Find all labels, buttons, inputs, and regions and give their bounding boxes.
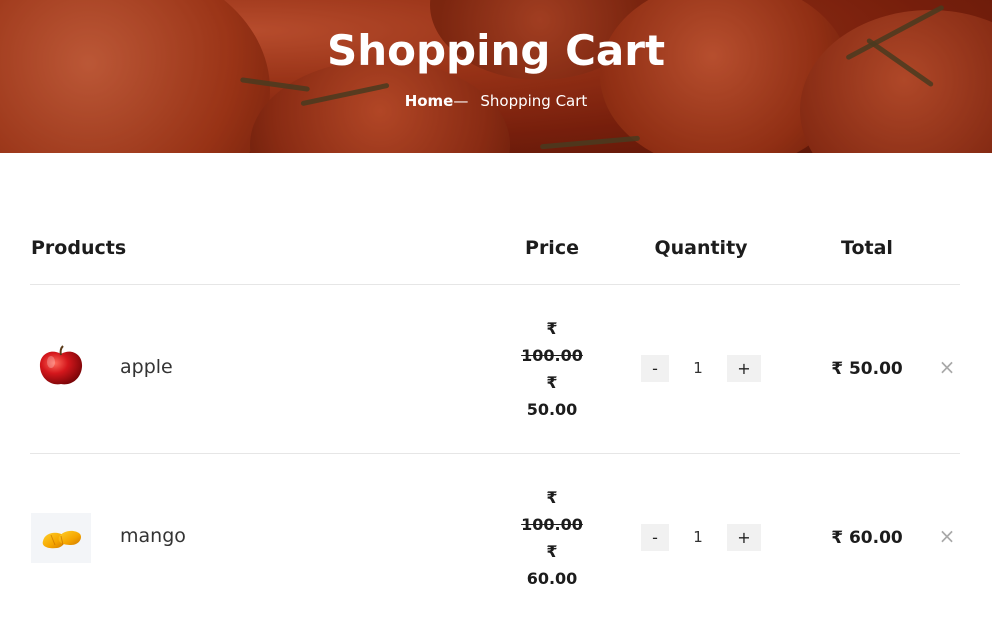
page-title: Shopping Cart (326, 26, 666, 75)
header-total: Total (841, 237, 893, 259)
increase-quantity-button[interactable]: + (727, 355, 761, 382)
hero-shade (0, 0, 992, 153)
breadcrumb: Home— Shopping Cart (0, 92, 992, 110)
product-price: ₹ 100.00 ₹ 60.00 (502, 484, 602, 592)
cart-row: apple ₹ 100.00 ₹ 50.00 - + ₹ 50.00 × (0, 285, 992, 453)
line-total: ₹ 60.00 (831, 528, 903, 548)
sale-price: 50.00 (526, 400, 578, 419)
decrease-quantity-button[interactable]: - (641, 355, 669, 382)
breadcrumb-home-link[interactable]: Home (405, 92, 454, 110)
remove-item-icon[interactable]: × (938, 526, 956, 546)
hero-banner: Shopping Cart Home— Shopping Cart (0, 0, 992, 153)
old-price: 100.00 (521, 515, 583, 534)
sale-price: 60.00 (526, 569, 578, 588)
breadcrumb-separator: — (453, 92, 469, 110)
remove-item-icon[interactable]: × (938, 357, 956, 377)
quantity-stepper: - + (641, 355, 761, 383)
header-products: Products (31, 237, 127, 259)
decrease-quantity-button[interactable]: - (641, 524, 669, 551)
breadcrumb-current: Shopping Cart (480, 92, 588, 110)
apple-icon (39, 345, 83, 385)
cart-table-header: Products Price Quantity Total (0, 237, 992, 267)
quantity-input[interactable] (679, 524, 717, 551)
mango-image (31, 513, 91, 563)
increase-quantity-button[interactable]: + (727, 524, 761, 551)
sale-price-currency: ₹ (546, 542, 558, 561)
old-price-currency: ₹ (546, 488, 558, 507)
quantity-stepper: - + (641, 524, 761, 552)
product-price: ₹ 100.00 ₹ 50.00 (502, 315, 602, 423)
header-quantity: Quantity (654, 237, 748, 259)
old-price-currency: ₹ (546, 319, 558, 338)
apple-image (31, 342, 91, 392)
sale-price-currency: ₹ (546, 373, 558, 392)
old-price: 100.00 (521, 346, 583, 365)
product-name[interactable]: apple (120, 356, 173, 378)
line-total: ₹ 50.00 (831, 359, 903, 379)
cart-row: mango ₹ 100.00 ₹ 60.00 - + ₹ 60.00 × (0, 454, 992, 622)
product-name[interactable]: mango (120, 525, 186, 547)
quantity-input[interactable] (679, 355, 717, 382)
mango-icon (42, 530, 81, 549)
header-price: Price (525, 237, 579, 259)
